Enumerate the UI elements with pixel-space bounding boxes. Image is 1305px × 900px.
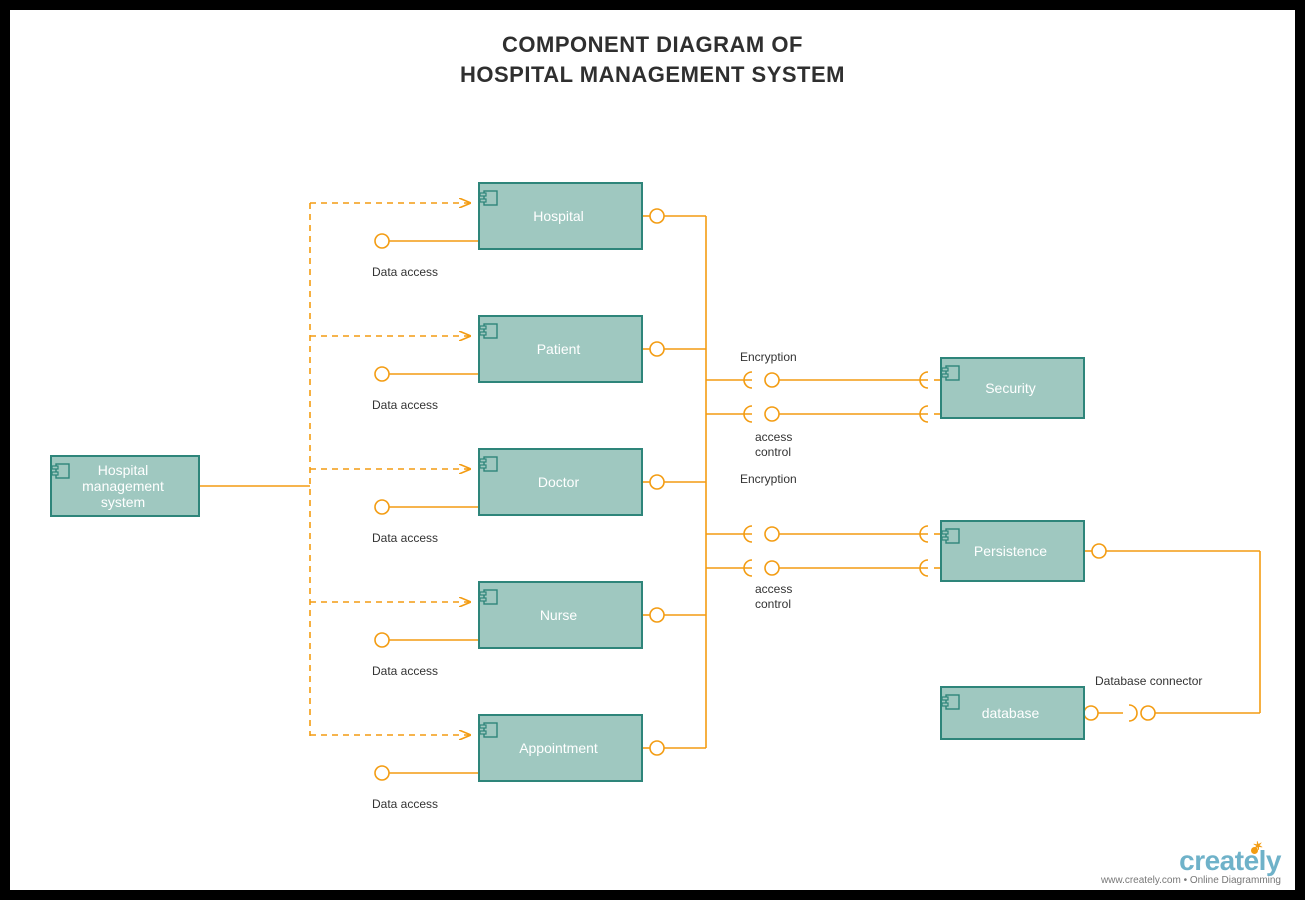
component-nurse-label: Nurse — [540, 607, 577, 623]
component-persistence-label: Persistence — [974, 543, 1047, 559]
component-patient-label: Patient — [537, 341, 581, 357]
connectors-layer — [10, 10, 1295, 890]
label-data-access-nurse: Data access — [372, 664, 438, 679]
label-data-access-doctor: Data access — [372, 531, 438, 546]
component-icon — [942, 365, 960, 381]
label-data-access-appointment: Data access — [372, 797, 438, 812]
component-icon — [480, 722, 498, 738]
title-line-2: HOSPITAL MANAGEMENT SYSTEM — [460, 62, 845, 87]
component-security-label: Security — [985, 380, 1036, 396]
component-hms-label: Hospital management system — [82, 462, 164, 510]
component-appointment: Appointment — [478, 714, 643, 782]
component-hms: Hospital management system — [50, 455, 200, 517]
component-doctor-label: Doctor — [538, 474, 579, 490]
brand-text: creately — [1179, 845, 1281, 876]
diagram-page: COMPONENT DIAGRAM OF HOSPITAL MANAGEMENT… — [0, 0, 1305, 900]
label-data-access-patient: Data access — [372, 398, 438, 413]
component-icon — [480, 589, 498, 605]
component-hospital: Hospital — [478, 182, 643, 250]
footer: ✶ creately www.creately.com • Online Dia… — [1101, 845, 1281, 886]
label-database-connector: Database connector — [1095, 674, 1202, 689]
brand-logo: ✶ creately — [1179, 845, 1281, 877]
label-encryption-persistence: Encryption — [740, 472, 797, 487]
component-hospital-label: Hospital — [533, 208, 584, 224]
component-icon — [480, 190, 498, 206]
component-icon — [942, 528, 960, 544]
component-icon — [480, 456, 498, 472]
component-patient: Patient — [478, 315, 643, 383]
component-persistence: Persistence — [940, 520, 1085, 582]
component-appointment-label: Appointment — [519, 740, 598, 756]
title-line-1: COMPONENT DIAGRAM OF — [502, 32, 803, 57]
label-encryption-security: Encryption — [740, 350, 797, 365]
component-nurse: Nurse — [478, 581, 643, 649]
component-icon — [480, 323, 498, 339]
component-database-label: database — [982, 705, 1040, 721]
component-doctor: Doctor — [478, 448, 643, 516]
component-security: Security — [940, 357, 1085, 419]
label-access-control-persistence: access control — [755, 582, 792, 612]
label-data-access-hospital: Data access — [372, 265, 438, 280]
component-database: database — [940, 686, 1085, 740]
component-icon — [942, 694, 960, 710]
label-access-control-security: access control — [755, 430, 792, 460]
brand-dot-icon — [1251, 847, 1258, 854]
component-icon — [52, 463, 70, 479]
page-title: COMPONENT DIAGRAM OF HOSPITAL MANAGEMENT… — [10, 30, 1295, 89]
